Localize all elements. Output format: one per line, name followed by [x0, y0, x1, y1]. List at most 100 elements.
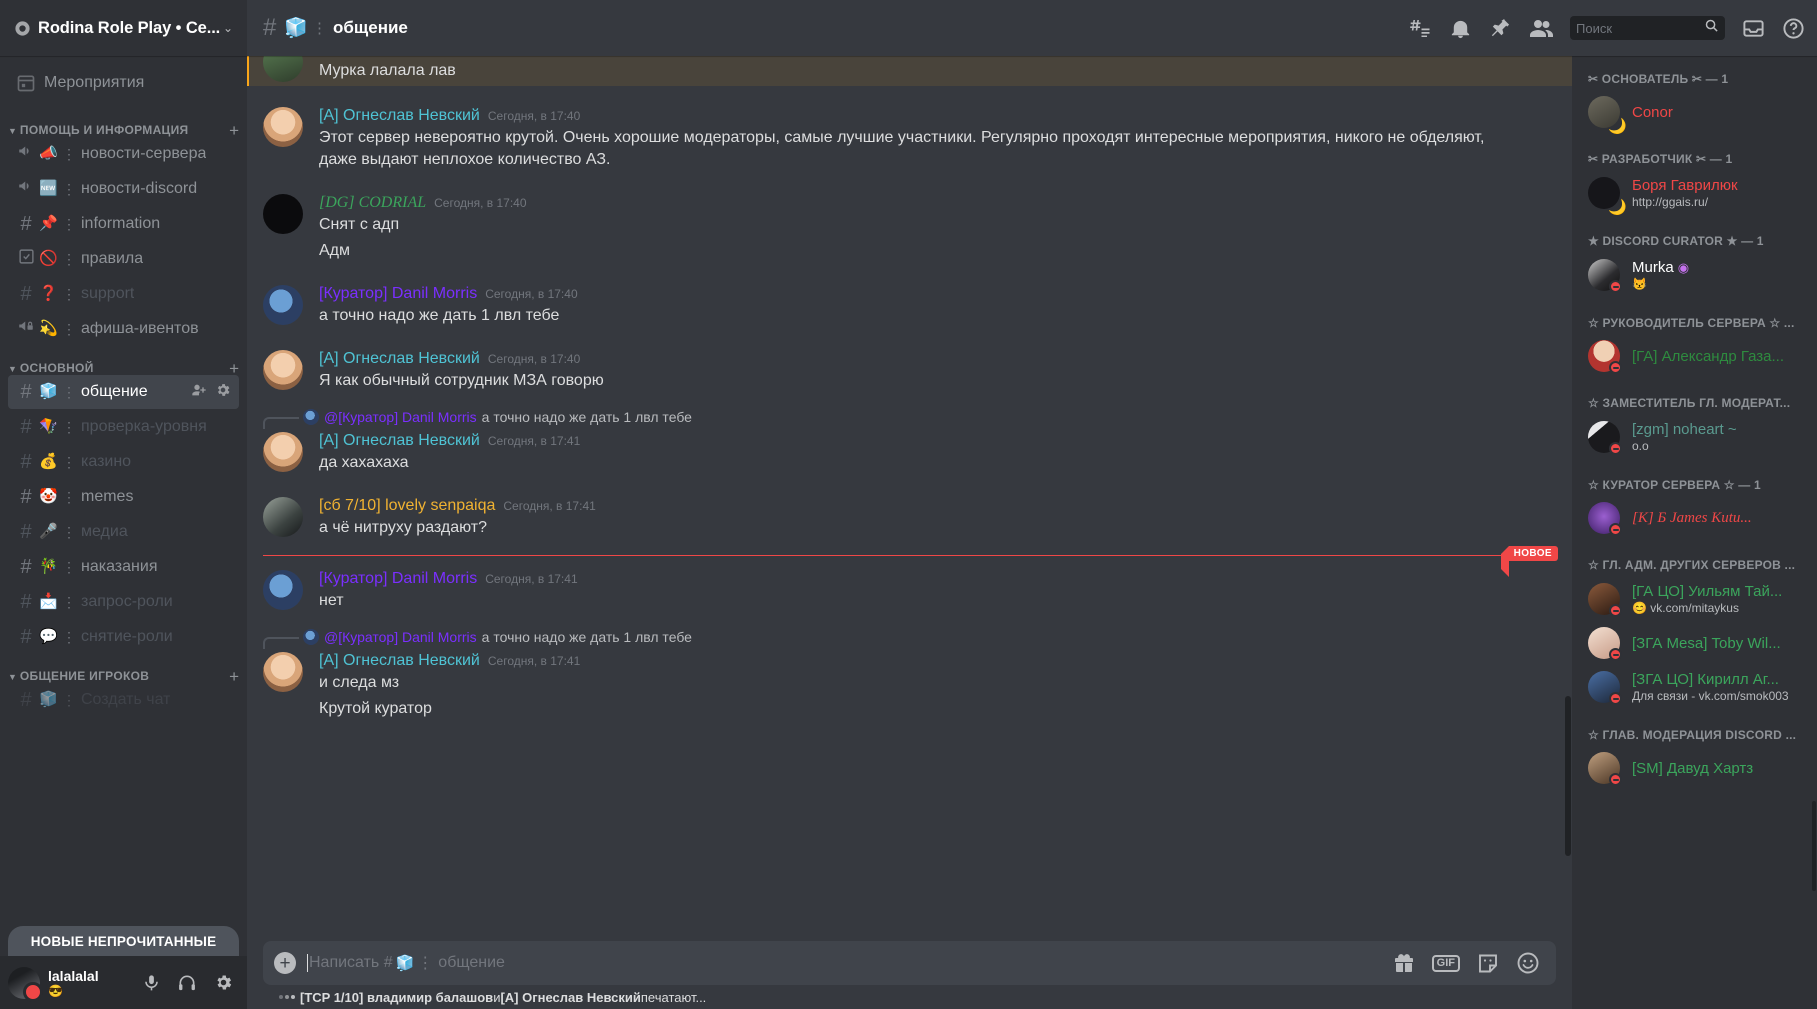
- category-obshchenie-igrokov[interactable]: ▼ ОБЩЕНИЕ ИГРОКОВ +: [0, 656, 247, 685]
- avatar[interactable]: [263, 570, 303, 610]
- help-icon[interactable]: [1782, 17, 1805, 40]
- create-invite-icon[interactable]: [191, 382, 207, 403]
- message-item[interactable]: [сб 7/10] lovely senpaiqa Сегодня, в 17:…: [247, 493, 1572, 541]
- messages-scrollbar[interactable]: [1565, 696, 1571, 856]
- bell-icon[interactable]: [1449, 17, 1472, 40]
- message-item[interactable]: [A] Огнеслав Невский Сегодня, в 17:40 Эт…: [247, 103, 1572, 173]
- sidebar-item-proverka-urovnya[interactable]: # 🪁 ⋮ проверка-уровня: [8, 410, 239, 444]
- microphone-icon[interactable]: [135, 967, 167, 999]
- emoji-icon[interactable]: [1516, 951, 1540, 975]
- members-icon[interactable]: [1529, 16, 1553, 40]
- add-channel-icon[interactable]: +: [229, 360, 239, 377]
- member-item[interactable]: 🌙 Боря Гаврилюк http://ggais.ru/: [1588, 172, 1809, 216]
- avatar[interactable]: [263, 107, 303, 147]
- threads-icon[interactable]: [1408, 16, 1432, 40]
- message-author[interactable]: [A] Огнеслав Невский: [319, 105, 480, 127]
- server-header[interactable]: Rodina Role Play • Ce... ⌄: [0, 0, 247, 56]
- member-item[interactable]: [SM] Давуд Хартз: [1588, 748, 1809, 788]
- sidebar-item-obshchenie[interactable]: # 🧊 ⋮ общение: [8, 375, 239, 409]
- member-item[interactable]: [K] Ƃ James Kutu...: [1588, 498, 1809, 538]
- message-author[interactable]: [A] Огнеслав Невский: [319, 430, 480, 452]
- message-list[interactable]: Мурка лалала лав [A] Огнеслав Невский Се…: [247, 56, 1572, 941]
- chevron-down-icon[interactable]: ⌄: [223, 21, 233, 35]
- message-author[interactable]: [Куратор] Danil Morris: [319, 283, 477, 305]
- member-item[interactable]: [ЗГА ЦО] Кирилл Аг... Для связи - vk.com…: [1588, 666, 1809, 708]
- sidebar-item-zapros-roli[interactable]: # 📩 ⋮ запрос-роли: [8, 585, 239, 619]
- avatar[interactable]: [263, 285, 303, 325]
- member-item[interactable]: [zgm] noheart ~ o.o: [1588, 416, 1809, 458]
- search-input[interactable]: [1576, 20, 1704, 36]
- sidebar-item-media[interactable]: # 🎤 ⋮ медиа: [8, 515, 239, 549]
- avatar[interactable]: [263, 56, 303, 82]
- member-list-scrollbar[interactable]: [1812, 801, 1816, 891]
- sidebar-item-memes[interactable]: # 🤡 ⋮ memes: [8, 480, 239, 514]
- channel-emoji: ❓: [39, 285, 58, 302]
- message-item[interactable]: [A] Огнеслав Невский Сегодня, в 17:40 Я …: [247, 346, 1572, 394]
- member-item[interactable]: 🌙 Conor: [1588, 92, 1809, 135]
- headphones-icon[interactable]: [171, 967, 203, 999]
- message-author[interactable]: [A] Огнеслав Невский: [319, 348, 480, 370]
- attach-button[interactable]: +: [263, 941, 307, 985]
- message-item[interactable]: [Куратор] Danil Morris Сегодня, в 17:40 …: [247, 281, 1572, 329]
- member-item[interactable]: Murka ◉ 😾: [1588, 254, 1809, 296]
- sidebar-item-novosti-servera[interactable]: 📣 ⋮ новости-сервера: [8, 137, 239, 171]
- sidebar-item-snyatie-roli[interactable]: # 💬 ⋮ снятие-роли: [8, 620, 239, 654]
- reply-context[interactable]: @[Куратор] Danil Morris а точно надо же …: [263, 408, 1572, 429]
- pin-icon[interactable]: [1489, 17, 1512, 40]
- message-author[interactable]: [A] Огнеслав Невский: [319, 650, 480, 672]
- member-list[interactable]: ✂ ОСНОВАТЕЛЬ ✂ — 1 🌙 Conor ✂ РАЗРАБОТЧИК…: [1572, 56, 1817, 1009]
- message-author[interactable]: [сб 7/10] lovely senpaiqa: [319, 495, 495, 517]
- avatar[interactable]: [8, 966, 43, 1002]
- reply-author[interactable]: @[Куратор] Danil Morris: [324, 408, 477, 426]
- message-author[interactable]: [Куратор] Danil Morris: [319, 568, 477, 590]
- message-item[interactable]: Мурка лалала лав: [247, 56, 1572, 86]
- gift-icon[interactable]: [1392, 951, 1416, 975]
- colon-separator: ⋮: [417, 955, 434, 972]
- reply-author[interactable]: @[Куратор] Danil Morris: [324, 628, 477, 646]
- add-channel-icon[interactable]: +: [229, 122, 239, 139]
- sidebar-item-information[interactable]: # 📌 ⋮ information: [8, 207, 239, 241]
- member-item[interactable]: [ГА] Александр Газа...: [1588, 336, 1809, 376]
- message-timestamp: Сегодня, в 17:41: [487, 654, 581, 668]
- sidebar-item-nakazaniya[interactable]: # 🎋 ⋮ наказания: [8, 550, 239, 584]
- hash-icon: #: [263, 14, 277, 41]
- channel-list[interactable]: Мероприятия ▼ ПОМОЩЬ И ИНФОРМАЦИЯ + 📣 ⋮ …: [0, 56, 247, 956]
- message-item[interactable]: [DG] CODRIAL Сегодня, в 17:40 Снят с адп…: [247, 190, 1572, 264]
- channel-emoji: 🎤: [39, 523, 58, 540]
- sticker-icon[interactable]: [1476, 951, 1500, 975]
- member-item[interactable]: [ЗГА Mesa] Toby Wil...: [1588, 623, 1809, 663]
- gear-icon[interactable]: [207, 967, 239, 999]
- inbox-icon[interactable]: [1742, 17, 1765, 40]
- reply-context[interactable]: @[Куратор] Danil Morris а точно надо же …: [263, 628, 1572, 649]
- sidebar-item-support[interactable]: # ❓ ⋮ support: [8, 277, 239, 311]
- message-author[interactable]: [DG] CODRIAL: [319, 192, 426, 214]
- add-channel-icon[interactable]: +: [229, 668, 239, 685]
- avatar[interactable]: [263, 432, 303, 472]
- message-timestamp: Сегодня, в 17:41: [503, 499, 596, 513]
- events-row[interactable]: Мероприятия: [8, 66, 239, 100]
- message-item[interactable]: [A] Огнеслав Невский Сегодня, в 17:41 да…: [247, 428, 1572, 476]
- message-timestamp: Сегодня, в 17:40: [485, 287, 578, 301]
- search-box[interactable]: [1570, 16, 1725, 40]
- sidebar-item-pravila[interactable]: 🚫 ⋮ правила: [8, 242, 239, 276]
- avatar[interactable]: [263, 497, 303, 537]
- gif-button[interactable]: GIF: [1431, 954, 1460, 972]
- sidebar-item-novosti-discord[interactable]: 🆕 ⋮ новости-discord: [8, 172, 239, 206]
- colon-separator: ⋮: [62, 558, 76, 575]
- avatar[interactable]: [263, 652, 303, 692]
- message-item[interactable]: [A] Огнеслав Невский Сегодня, в 17:41 и …: [247, 648, 1572, 722]
- sidebar-item-kazino[interactable]: # 💰 ⋮ казино: [8, 445, 239, 479]
- avatar[interactable]: [263, 350, 303, 390]
- new-unread-banner[interactable]: НОВЫЕ НЕПРОЧИТАННЫЕ: [8, 926, 239, 956]
- sidebar-item-partial[interactable]: # 🧊 ⋮ Создать чат: [8, 683, 239, 717]
- message-composer[interactable]: + Написать # 🧊 ⋮ общение GIF: [263, 941, 1556, 985]
- message-item[interactable]: [Куратор] Danil Morris Сегодня, в 17:41 …: [247, 566, 1572, 614]
- avatar[interactable]: [263, 194, 303, 234]
- message-input[interactable]: Написать # 🧊 ⋮ общение: [307, 953, 1380, 973]
- sidebar-item-afisha-iventov[interactable]: 💫 ⋮ афиша-ивентов: [8, 312, 239, 346]
- member-item[interactable]: [ГА ЦО] Уильям Тай... 😊 vk.com/mitaykus: [1588, 578, 1809, 620]
- category-help-info[interactable]: ▼ ПОМОЩЬ И ИНФОРМАЦИЯ +: [0, 110, 247, 139]
- channel-settings-icon[interactable]: [215, 382, 231, 403]
- category-osnovnoy[interactable]: ▼ ОСНОВНОЙ +: [0, 348, 247, 377]
- member-name: [K] Ƃ James Kutu...: [1632, 509, 1752, 526]
